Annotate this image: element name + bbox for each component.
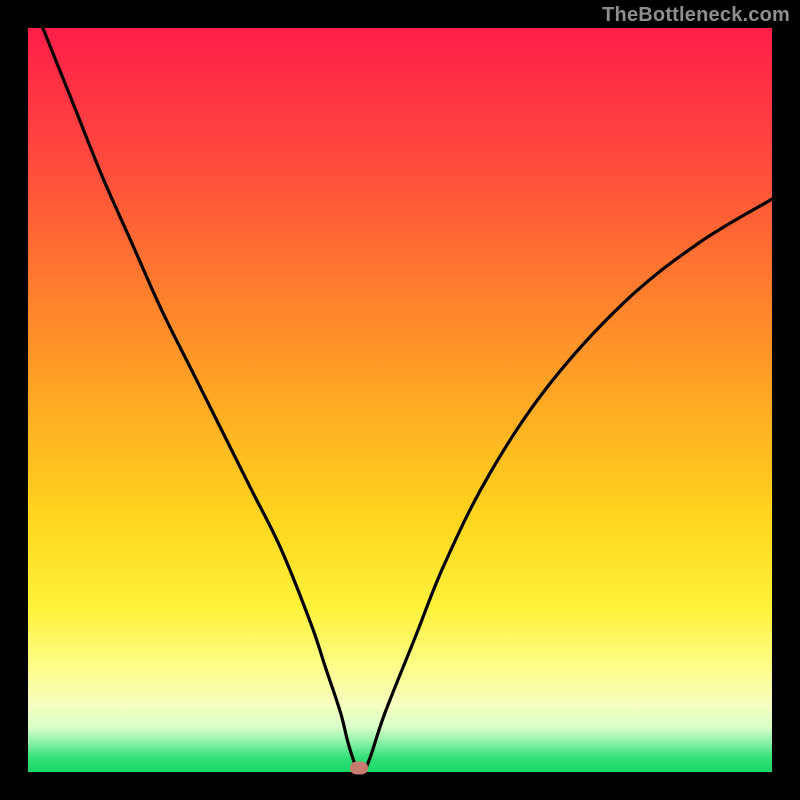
chart-frame: TheBottleneck.com <box>0 0 800 800</box>
bottleneck-curve <box>28 28 772 772</box>
optimal-point-marker <box>350 762 368 775</box>
watermark-label: TheBottleneck.com <box>602 4 790 27</box>
plot-area <box>28 28 772 772</box>
